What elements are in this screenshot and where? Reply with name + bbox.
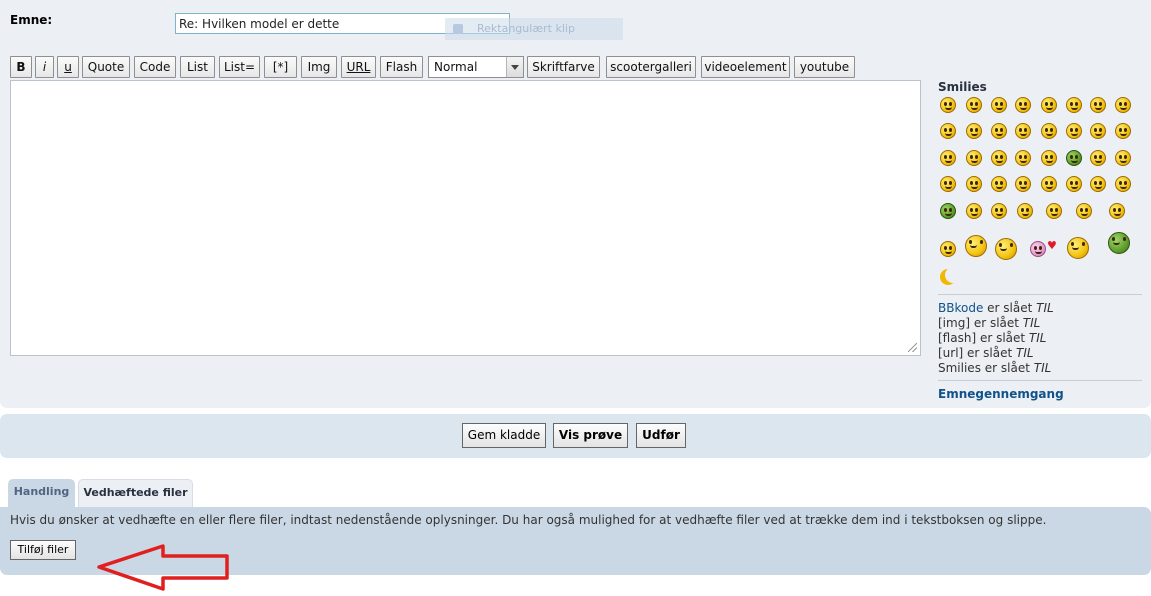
smiley-icon[interactable] [966,203,982,219]
chevron-down-icon [506,57,523,77]
smiley-icon[interactable] [991,176,1007,192]
smiley-icon[interactable] [1108,232,1130,254]
smiley-icon[interactable] [1030,241,1046,257]
save-draft-button[interactable]: Gem kladde [462,423,546,448]
smiley-icon[interactable] [940,123,956,139]
smiley-icon[interactable] [940,97,956,113]
resize-grip-icon[interactable] [908,343,917,352]
smiley-icon[interactable] [1066,150,1082,166]
list-ordered-button[interactable]: List= [219,56,260,78]
underline-button[interactable]: u [57,56,79,78]
smiley-icon[interactable] [1090,176,1106,192]
smiley-icon[interactable] [991,97,1007,113]
flash-button[interactable]: Flash [380,56,423,78]
img-status: [img] er slået TIL [938,316,1041,330]
add-files-button[interactable]: Tilføj filer [10,540,76,560]
smiley-icon[interactable] [1015,97,1031,113]
tab-handling[interactable]: Handling [8,479,75,507]
smiley-icon[interactable] [966,150,982,166]
smiley-icon[interactable] [991,203,1007,219]
smiley-icon[interactable] [1066,176,1082,192]
smiley-icon[interactable] [1066,97,1082,113]
topic-review-link[interactable]: Emnegennemgang [938,387,1064,401]
img-button[interactable]: Img [301,56,337,78]
smiley-icon[interactable] [991,123,1007,139]
smiley-icon[interactable] [965,235,987,257]
font-color-button[interactable]: Skriftfarve [527,56,600,78]
subject-label: Emne: [10,13,53,27]
divider [938,294,1142,295]
smiley-icon[interactable] [991,150,1007,166]
font-size-value: Normal [434,60,478,74]
smiley-icon[interactable] [1041,97,1057,113]
preview-button[interactable]: Vis prøve [553,423,628,448]
attachments-instructions: Hvis du ønsker at vedhæfte en eller fler… [10,513,1047,527]
code-button[interactable]: Code [134,56,176,78]
quote-button[interactable]: Quote [82,56,130,78]
submit-button[interactable]: Udfør [636,423,686,448]
smiley-icon[interactable] [966,176,982,192]
smiley-icon[interactable] [1115,150,1131,166]
smiley-icon[interactable] [1041,176,1057,192]
smiley-icon[interactable] [1066,123,1082,139]
smiley-icon[interactable] [940,150,956,166]
smiley-icon[interactable] [966,123,982,139]
font-size-select[interactable]: Normal [428,56,524,78]
youtube-button[interactable]: youtube [794,56,855,78]
scootergalleri-button[interactable]: scootergalleri [606,56,696,78]
bbcode-link[interactable]: BBkode [938,301,983,315]
smiley-icon[interactable] [1115,123,1131,139]
smiley-icon[interactable] [1090,97,1106,113]
url-status: [url] er slået TIL [938,346,1034,360]
smiley-icon[interactable] [966,97,982,113]
flash-status: [flash] er slået TIL [938,331,1047,345]
smiley-icon[interactable] [1017,203,1033,219]
smiley-icon[interactable] [1090,123,1106,139]
bbcode-status: BBkode er slået TIL [938,301,1054,315]
smiley-icon[interactable] [1090,150,1106,166]
list-item-button[interactable]: [*] [264,56,297,78]
bold-button[interactable]: B [10,56,32,78]
smiley-icon[interactable] [1115,97,1131,113]
smiley-icon[interactable] [1067,237,1089,259]
smiley-icon[interactable] [940,241,956,257]
url-button[interactable]: URL [341,56,376,78]
message-textarea[interactable] [10,80,921,356]
smiley-icon[interactable] [1015,150,1031,166]
smiley-icon[interactable] [1015,123,1031,139]
moon-icon[interactable] [945,267,961,283]
heart-icon: ♥ [1047,239,1057,252]
snip-icon [453,24,463,34]
smiley-icon[interactable] [1076,203,1092,219]
smiley-icon[interactable] [1041,150,1057,166]
smiley-icon[interactable] [1015,176,1031,192]
videoelement-button[interactable]: videoelement [701,56,790,78]
divider [938,380,1142,381]
snip-overlay: Rektangulært klip [445,18,623,40]
smiley-icon[interactable] [940,203,956,219]
smiley-icon[interactable] [1109,203,1125,219]
smiley-icon[interactable] [1046,203,1062,219]
italic-button[interactable]: i [35,56,54,78]
smilies-status: Smilies er slået TIL [938,361,1052,375]
smiley-icon[interactable] [1115,176,1131,192]
smiley-icon[interactable] [995,238,1017,260]
smilies-heading: Smilies [938,80,987,94]
red-arrow-annotation [97,544,229,591]
tab-attachments[interactable]: Vedhæftede filer [78,479,193,507]
smiley-icon[interactable] [1041,123,1057,139]
list-button[interactable]: List [180,56,215,78]
smiley-icon[interactable] [940,176,956,192]
